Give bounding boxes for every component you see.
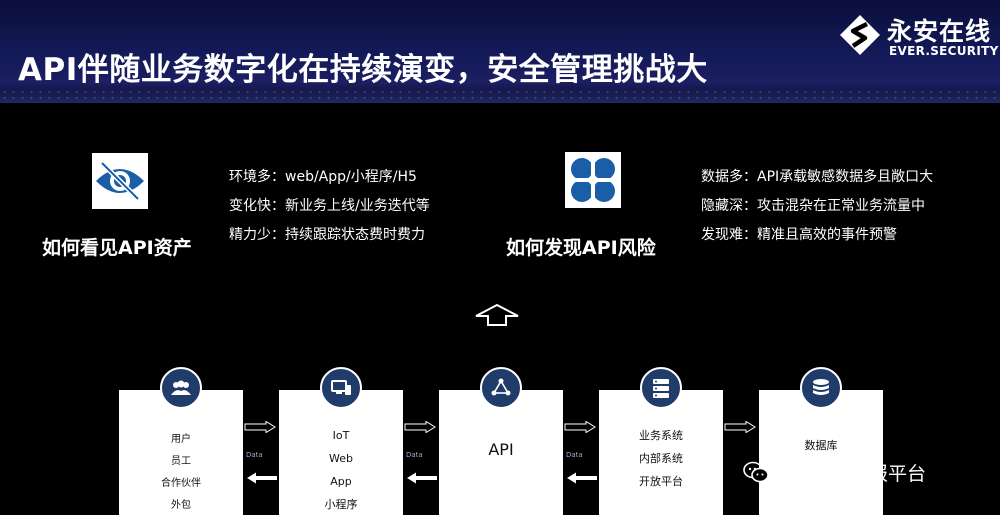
node-line: Web bbox=[329, 452, 353, 465]
data-label: Data bbox=[406, 451, 423, 459]
clover-grid-icon bbox=[565, 152, 621, 208]
risk-bullet: 发现难：精准且高效的事件预警 bbox=[701, 227, 897, 243]
devices-node-badge bbox=[320, 367, 362, 409]
node-line: 外包 bbox=[171, 500, 191, 511]
node-line: 员工 bbox=[171, 456, 191, 467]
node-line: 用户 bbox=[171, 434, 191, 445]
users-node-badge bbox=[160, 367, 202, 409]
api-node-badge bbox=[480, 367, 522, 409]
risk-heading: 如何发现API风险 bbox=[506, 237, 656, 259]
risk-bullet: 数据多：API承载敏感数据多且敞口大 bbox=[701, 169, 934, 185]
node-line: 小程序 bbox=[324, 498, 358, 511]
database-icon bbox=[813, 379, 829, 395]
node-line: 业务系统 bbox=[639, 429, 683, 442]
node-line: IoT bbox=[332, 429, 350, 442]
logo-name-cn: 永安在线 bbox=[887, 17, 992, 46]
asset-bullets: 环境多：web/App/小程序/H5 变化快：新业务上线/业务迭代等 精力少：持… bbox=[229, 163, 430, 250]
api-network-icon bbox=[491, 378, 511, 396]
asset-bullet: 变化快：新业务上线/业务迭代等 bbox=[229, 198, 430, 214]
asset-heading: 如何看见API资产 bbox=[42, 237, 192, 259]
users-icon bbox=[171, 380, 191, 395]
risk-bullets: 数据多：API承载敏感数据多且敞口大 隐藏深：攻击混杂在正常业务流量中 发现难：… bbox=[701, 163, 933, 250]
flow-arrow-right bbox=[564, 421, 596, 433]
header-dot-pattern bbox=[0, 89, 1000, 101]
devices-icon bbox=[331, 380, 351, 395]
logo-name-en: EVER.SECURITY bbox=[889, 44, 999, 58]
data-label: Data bbox=[246, 451, 263, 459]
node-line: API bbox=[488, 440, 514, 459]
flow-arrow-right bbox=[404, 421, 436, 433]
flow-arrow-left bbox=[567, 472, 597, 484]
node-line: App bbox=[330, 475, 352, 488]
flow-arrow-left bbox=[247, 472, 277, 484]
flow-arrow-right bbox=[244, 421, 276, 433]
up-arrow-icon bbox=[475, 303, 519, 326]
asset-bullet: 环境多：web/App/小程序/H5 bbox=[229, 169, 417, 185]
systems-node-badge bbox=[640, 367, 682, 409]
brand-logo: 永安在线 EVER.SECURITY bbox=[839, 12, 998, 60]
hidden-eye-icon bbox=[92, 153, 148, 209]
ever-security-logo-icon bbox=[840, 15, 880, 55]
server-stack-icon bbox=[653, 379, 669, 398]
asset-bullet: 精力少：持续跟踪状态费时费力 bbox=[229, 227, 425, 243]
node-line: 数据库 bbox=[804, 439, 838, 452]
watermark-text: 永安在线情报平台 bbox=[774, 463, 927, 485]
node-line: 内部系统 bbox=[639, 452, 683, 465]
risk-bullet: 隐藏深：攻击混杂在正常业务流量中 bbox=[701, 198, 925, 214]
wechat-icon bbox=[743, 461, 769, 483]
flow-arrow-left bbox=[407, 472, 437, 484]
slide-title: API伴随业务数字化在持续演变，安全管理挑战大 bbox=[18, 52, 708, 88]
data-label: Data bbox=[566, 451, 583, 459]
database-node-badge bbox=[800, 367, 842, 409]
flow-arrow-right bbox=[724, 421, 756, 433]
node-line: 合作伙伴 bbox=[161, 478, 201, 489]
wechat-watermark: 永安在线情报平台 bbox=[742, 458, 982, 486]
node-line: 开放平台 bbox=[639, 475, 683, 488]
